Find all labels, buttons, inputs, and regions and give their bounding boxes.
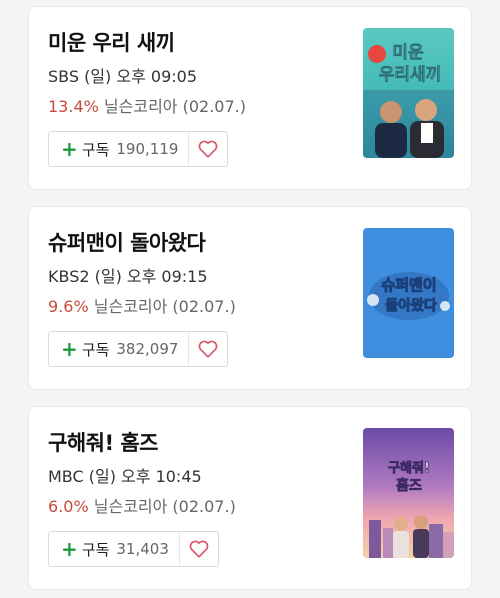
program-poster[interactable]: 미운 우리새끼 [363,28,454,158]
rating-value: 13.4% [48,97,99,116]
subscribe-button[interactable]: + 구독 382,097 [49,332,188,366]
like-button[interactable] [188,332,227,366]
heart-icon [199,140,218,158]
program-card[interactable]: 슈퍼맨이 돌아왔다 KBS2 (일) 오후 09:15 9.6% 닐슨코리아 (… [28,206,472,390]
poster-title-line1: 미운 [392,43,424,63]
poster-art: 슈퍼맨이 돌아왔다 [367,272,450,320]
program-title[interactable]: 미운 우리 새끼 [48,27,175,57]
program-title[interactable]: 슈퍼맨이 돌아왔다 [48,227,206,257]
subscriber-count: 190,119 [116,140,179,158]
rating-source: 닐슨코리아 (02.07.) [93,497,236,516]
heart-icon [189,540,209,558]
subscribe-button[interactable]: + 구독 190,119 [49,132,188,166]
like-button[interactable] [188,132,227,166]
poster-title-line2: 우리새끼 [379,65,442,85]
poster-title-line2: 돌아왔다 [385,297,437,314]
poster-art: 구해줘! 홈즈 [369,460,454,558]
subscriber-count: 382,097 [116,340,179,358]
broadcast-schedule: SBS (일) 오후 09:05 [48,67,198,86]
broadcast-schedule: MBC (일) 오후 10:45 [48,467,202,486]
plus-icon: + [61,337,78,361]
program-poster[interactable]: 구해줘! 홈즈 [363,428,454,558]
broadcast-schedule: KBS2 (일) 오후 09:15 [48,267,208,286]
like-button[interactable] [178,532,218,566]
subscriber-count: 31,403 [116,540,169,558]
program-title[interactable]: 구해줘! 홈즈 [48,427,159,457]
subscribe-label: 구독 [81,540,110,559]
program-card[interactable]: 구해줘! 홈즈 MBC (일) 오후 10:45 6.0% 닐슨코리아 (02.… [28,406,472,590]
subscribe-group: + 구독 382,097 [48,331,229,367]
program-card[interactable]: 미운 우리 새끼 SBS (일) 오후 09:05 13.4% 닐슨코리아 (0… [28,6,472,190]
rating-row: 9.6% 닐슨코리아 (02.07.) [48,293,236,317]
subscribe-button[interactable]: + 구독 31,403 [49,532,179,566]
heart-icon [199,340,218,358]
rating-row: 6.0% 닐슨코리아 (02.07.) [48,493,236,517]
subscribe-group: + 구독 31,403 [48,531,219,567]
plus-icon: + [61,537,78,561]
rating-source: 닐슨코리아 (02.07.) [93,297,236,316]
subscribe-group: + 구독 190,119 [48,131,229,167]
program-poster[interactable]: 슈퍼맨이 돌아왔다 [363,228,454,358]
poster-title-line2: 홈즈 [396,477,422,494]
rating-source: 닐슨코리아 (02.07.) [103,97,246,116]
plus-icon: + [61,137,78,161]
poster-art: 미운 우리새끼 [363,43,454,158]
poster-title-line1: 슈퍼맨이 [381,276,436,294]
rating-value: 9.6% [48,297,89,316]
subscribe-label: 구독 [81,140,110,159]
rating-value: 6.0% [48,497,89,516]
subscribe-label: 구독 [81,340,110,359]
poster-title-line1: 구해줘! [388,460,430,476]
rating-row: 13.4% 닐슨코리아 (02.07.) [48,93,246,117]
